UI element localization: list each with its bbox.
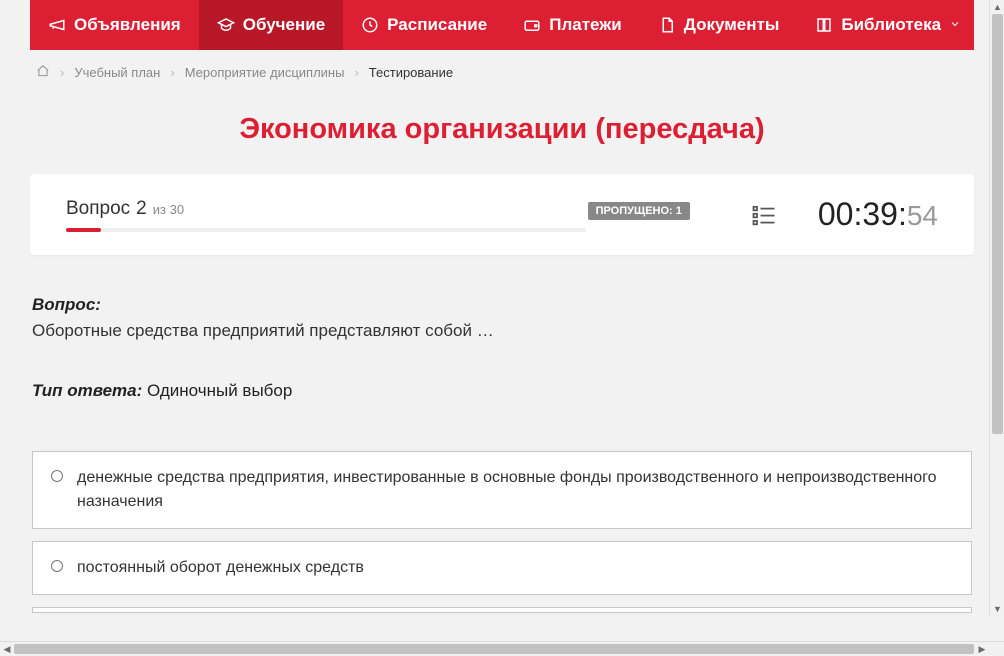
option-item[interactable] bbox=[32, 607, 972, 613]
breadcrumb-testing: Тестирование bbox=[369, 65, 453, 80]
question-heading: Вопрос: bbox=[32, 295, 972, 315]
page-title: Экономика организации (пересдача) bbox=[30, 113, 974, 146]
nav-label: Объявления bbox=[74, 15, 181, 35]
nav-label: Библиотека bbox=[841, 15, 941, 35]
vertical-scrollbar[interactable]: ▲ ▼ bbox=[989, 0, 1004, 616]
question-status-bar: Вопрос 2 из 30 ПРОПУЩЕНО: 1 bbox=[30, 174, 974, 255]
progress-container: ПРОПУЩЕНО: 1 bbox=[66, 228, 690, 232]
nav-item-payments[interactable]: Платежи bbox=[505, 0, 640, 50]
nav-item-announcements[interactable]: Объявления bbox=[30, 0, 199, 50]
question-of: из 30 bbox=[153, 202, 184, 217]
horizontal-scrollbar[interactable]: ◀ ▶ bbox=[0, 641, 1004, 655]
timer: 00:39:54 bbox=[818, 196, 938, 233]
answer-type-value: Одиночный выбор bbox=[147, 381, 292, 400]
scroll-up-arrow[interactable]: ▲ bbox=[990, 0, 1004, 14]
megaphone-icon bbox=[48, 16, 66, 34]
home-icon[interactable] bbox=[36, 64, 50, 81]
clock-icon bbox=[361, 16, 379, 34]
option-radio[interactable] bbox=[51, 470, 63, 482]
option-item[interactable]: денежные средства предприятия, инвестиро… bbox=[32, 451, 972, 529]
progress-fill bbox=[66, 228, 101, 232]
answer-type-label: Тип ответа: bbox=[32, 381, 142, 400]
breadcrumb-study-plan[interactable]: Учебный план bbox=[74, 65, 160, 80]
options-list: денежные средства предприятия, инвестиро… bbox=[32, 451, 972, 613]
scroll-right-arrow[interactable]: ▶ bbox=[975, 642, 989, 656]
breadcrumb-discipline-event[interactable]: Мероприятие дисциплины bbox=[185, 65, 345, 80]
nav-label: Расписание bbox=[387, 15, 487, 35]
scroll-thumb-vertical[interactable] bbox=[992, 14, 1003, 434]
timer-hh: 00 bbox=[818, 196, 854, 233]
question-word: Вопрос bbox=[66, 198, 130, 220]
nav-label: Документы bbox=[684, 15, 780, 35]
nav-label: Обучение bbox=[243, 15, 325, 35]
chevron-right-icon: › bbox=[354, 65, 358, 80]
book-icon bbox=[815, 16, 833, 34]
missed-badge: ПРОПУЩЕНО: 1 bbox=[588, 202, 690, 220]
wallet-icon bbox=[523, 16, 541, 34]
progress-track bbox=[66, 228, 586, 232]
question-list-button[interactable] bbox=[750, 201, 778, 229]
option-item[interactable]: постоянный оборот денежных средств bbox=[32, 541, 972, 595]
nav-item-schedule[interactable]: Расписание bbox=[343, 0, 505, 50]
document-icon bbox=[658, 16, 676, 34]
nav-item-documents[interactable]: Документы bbox=[640, 0, 798, 50]
nav-item-learning[interactable]: Обучение bbox=[199, 0, 343, 50]
option-text: постоянный оборот денежных средств bbox=[77, 556, 364, 580]
timer-ss: 54 bbox=[907, 200, 938, 232]
scroll-down-arrow[interactable]: ▼ bbox=[990, 602, 1004, 616]
question-text: Оборотные средства предприятий представл… bbox=[32, 321, 972, 341]
option-text: денежные средства предприятия, инвестиро… bbox=[77, 466, 953, 514]
question-body: Вопрос: Оборотные средства предприятий п… bbox=[30, 295, 974, 613]
breadcrumb: › Учебный план › Мероприятие дисциплины … bbox=[30, 50, 974, 95]
nav-item-library[interactable]: Библиотека bbox=[797, 0, 979, 50]
top-nav: Объявления Обучение Расписание Платежи bbox=[30, 0, 974, 50]
timer-mm: 39 bbox=[862, 196, 898, 233]
option-radio[interactable] bbox=[51, 560, 63, 572]
scroll-thumb-horizontal[interactable] bbox=[14, 644, 974, 654]
graduation-icon bbox=[217, 16, 235, 34]
answer-type-row: Тип ответа: Одиночный выбор bbox=[32, 381, 972, 401]
nav-label: Платежи bbox=[549, 15, 622, 35]
question-number: 2 bbox=[136, 198, 147, 220]
chevron-down-icon bbox=[949, 15, 961, 35]
scroll-left-arrow[interactable]: ◀ bbox=[0, 642, 14, 656]
chevron-right-icon: › bbox=[170, 65, 174, 80]
chevron-right-icon: › bbox=[60, 65, 64, 80]
